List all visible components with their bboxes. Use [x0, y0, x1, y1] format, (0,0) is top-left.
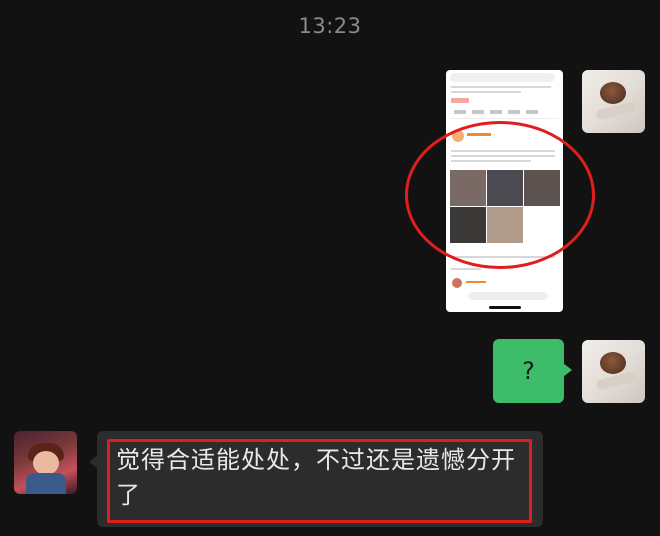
avatar-face — [33, 451, 59, 475]
screenshot-tag — [451, 98, 469, 103]
screenshot-search-bar — [450, 73, 555, 82]
screenshot-comment-bar — [468, 292, 548, 300]
sent-message-text: ? — [522, 357, 535, 385]
sent-message-bubble[interactable]: ? — [493, 339, 572, 403]
self-avatar-top[interactable] — [582, 70, 645, 133]
screenshot-text-line — [451, 268, 481, 270]
avatar-body — [26, 473, 66, 494]
screenshot-commenter-avatar — [452, 278, 462, 288]
contact-avatar[interactable] — [14, 431, 77, 494]
screenshot-text-line — [451, 86, 551, 88]
screenshot-text-line — [466, 281, 486, 283]
received-message-text: 觉得合适能处处，不过还是遗憾分开了 — [116, 446, 516, 509]
avatar-figure — [600, 82, 626, 104]
screenshot-tabs — [450, 110, 559, 119]
avatar-figure — [600, 352, 626, 374]
screenshot-home-indicator — [489, 306, 521, 309]
screenshot-text-line — [451, 91, 521, 93]
self-avatar-bottom[interactable] — [582, 340, 645, 403]
annotation-circle — [405, 121, 595, 269]
avatar-arm — [595, 101, 637, 121]
avatar-arm — [595, 371, 637, 391]
timestamp: 13:23 — [298, 14, 362, 38]
